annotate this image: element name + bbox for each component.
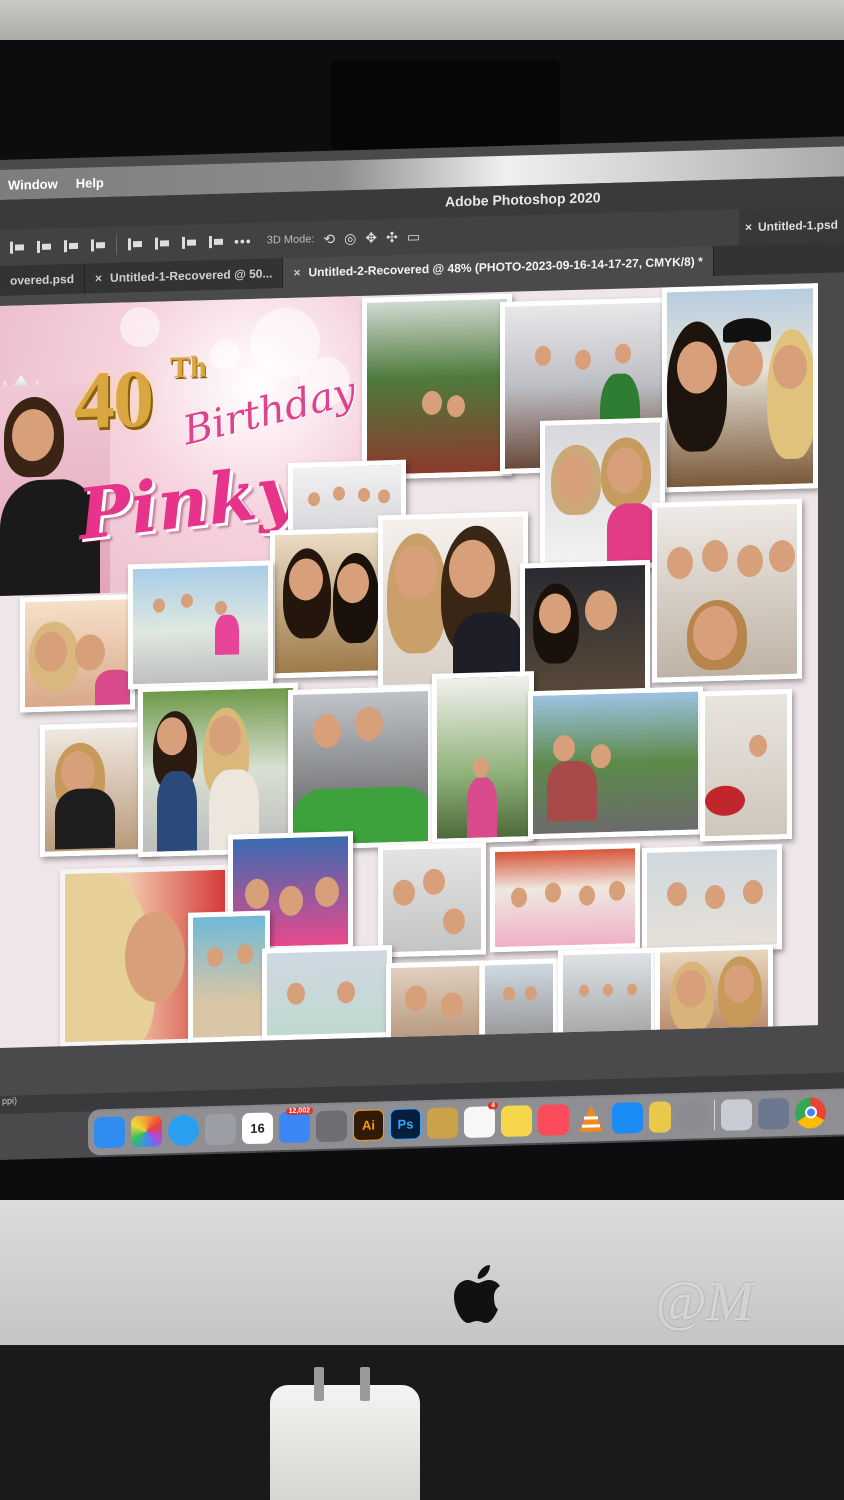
reminders-icon[interactable]: 4: [464, 1101, 498, 1138]
slide-icon[interactable]: ✣: [386, 228, 398, 245]
image-capture-icon[interactable]: [758, 1097, 789, 1130]
preview-icon[interactable]: [721, 1098, 752, 1131]
3d-mode-label: 3D Mode:: [266, 233, 315, 247]
roll-icon[interactable]: ◎: [344, 230, 356, 247]
align-left-icon[interactable]: [8, 239, 26, 256]
photo-tile: [642, 844, 782, 954]
distribute-vertical-icon[interactable]: [207, 234, 225, 251]
photo-tile: [558, 947, 656, 1039]
align-right-icon[interactable]: [62, 238, 80, 255]
close-icon[interactable]: ×: [745, 220, 752, 234]
distribute-icon[interactable]: [89, 237, 107, 254]
age-number: 40: [74, 352, 152, 446]
orbit-icon[interactable]: ⟲: [323, 230, 335, 247]
align-center-horizontal-icon[interactable]: [35, 239, 53, 256]
photo-tile: [432, 671, 534, 844]
doc-tab-label: Untitled-2-Recovered @ 48% (PHOTO-2023-0…: [308, 254, 703, 280]
photo-tile: [520, 559, 650, 704]
photo-tile: [378, 842, 486, 958]
apple-logo-icon: [454, 1265, 500, 1323]
age-ordinal: Th: [170, 350, 207, 385]
stickies-icon[interactable]: [649, 1100, 671, 1133]
desk-surface: [0, 1345, 844, 1500]
chrome-icon[interactable]: [795, 1096, 826, 1129]
photo-tile: [188, 910, 270, 1043]
photo-tile: [528, 686, 703, 840]
more-options-button[interactable]: •••: [234, 233, 252, 249]
mail-icon[interactable]: 12,002: [279, 1106, 313, 1143]
photo-tile: [700, 688, 792, 842]
reminders-badge: 4: [488, 1101, 498, 1109]
align-middle-vertical-icon[interactable]: [153, 235, 171, 252]
system-preferences-icon[interactable]: [677, 1099, 708, 1132]
power-adapter: [270, 1367, 420, 1500]
align-bottom-icon[interactable]: [180, 234, 198, 251]
app-store-icon[interactable]: [612, 1101, 643, 1134]
photo-tile: [362, 293, 512, 480]
align-top-icon[interactable]: [126, 236, 144, 253]
menu-window[interactable]: Window: [8, 176, 58, 192]
photo-tile: [262, 945, 392, 1041]
illustrator-label: Ai: [362, 1117, 375, 1133]
keychain-icon[interactable]: [427, 1106, 458, 1139]
scale-camera-icon[interactable]: ▭: [407, 228, 420, 245]
app-title: Adobe Photoshop 2020: [445, 189, 601, 210]
photo-tile: [138, 682, 298, 858]
photo-tile: [270, 527, 385, 679]
finder-icon[interactable]: [94, 1116, 125, 1148]
photo-tile: [480, 958, 558, 1041]
adapter-prong: [314, 1367, 324, 1401]
webcam-cover: [330, 60, 560, 150]
photo-tile: [490, 843, 640, 953]
reflection-text: @M: [655, 1271, 754, 1333]
dock-divider: [714, 1100, 715, 1131]
photo-tile: [20, 594, 135, 713]
bokeh-light: [210, 339, 240, 371]
illustrator-icon[interactable]: Ai: [353, 1108, 384, 1141]
safari-icon[interactable]: [168, 1113, 199, 1146]
status-text: ppi): [2, 1095, 18, 1106]
photoshop-label: Ps: [397, 1115, 414, 1132]
music-icon[interactable]: [538, 1103, 569, 1136]
document-canvas-area[interactable]: 40 Th Birthday Pinky: [0, 272, 844, 1097]
doc-tab-untitled-1[interactable]: × Untitled-1.psd: [738, 206, 844, 246]
close-icon[interactable]: ×: [293, 266, 300, 280]
doc-tab-label: overed.psd: [10, 271, 75, 288]
bokeh-light: [120, 306, 160, 348]
photo-tile: [655, 944, 773, 1040]
vlc-icon[interactable]: [575, 1103, 606, 1135]
photo-tile: [652, 498, 802, 683]
doc-tab-label: Untitled-1.psd: [758, 217, 838, 234]
doc-tab-recovered[interactable]: overed.psd: [0, 263, 86, 296]
photoshop-icon[interactable]: Ps: [390, 1107, 421, 1140]
calculator-icon[interactable]: [316, 1109, 347, 1142]
calendar-day: 16: [250, 1120, 265, 1136]
monitor-screen: Window Help Adobe Photoshop 2020 ••• 3D …: [0, 136, 844, 1161]
monitor-chin: @M: [0, 1200, 844, 1350]
photo-tile: [540, 417, 665, 571]
photo-tile: [288, 685, 433, 850]
photos-icon[interactable]: [131, 1114, 162, 1147]
pan-icon[interactable]: ✥: [365, 229, 377, 246]
birthday-collage[interactable]: 40 Th Birthday Pinky: [0, 283, 818, 1048]
notes-icon[interactable]: [501, 1104, 532, 1137]
close-icon[interactable]: ×: [95, 271, 102, 285]
divider: [116, 234, 117, 255]
photo-tile: [378, 511, 528, 691]
doc-tab-label: Untitled-1-Recovered @ 50...: [110, 266, 273, 285]
photo-tile: [662, 283, 818, 493]
photo-tile: [128, 560, 273, 690]
menu-help[interactable]: Help: [76, 175, 104, 191]
calendar-icon[interactable]: 16: [242, 1111, 273, 1144]
photo-tile: [386, 960, 484, 1044]
launchpad-icon[interactable]: [205, 1112, 236, 1145]
adapter-prong: [360, 1367, 370, 1401]
mail-badge: 12,002: [285, 1106, 313, 1115]
